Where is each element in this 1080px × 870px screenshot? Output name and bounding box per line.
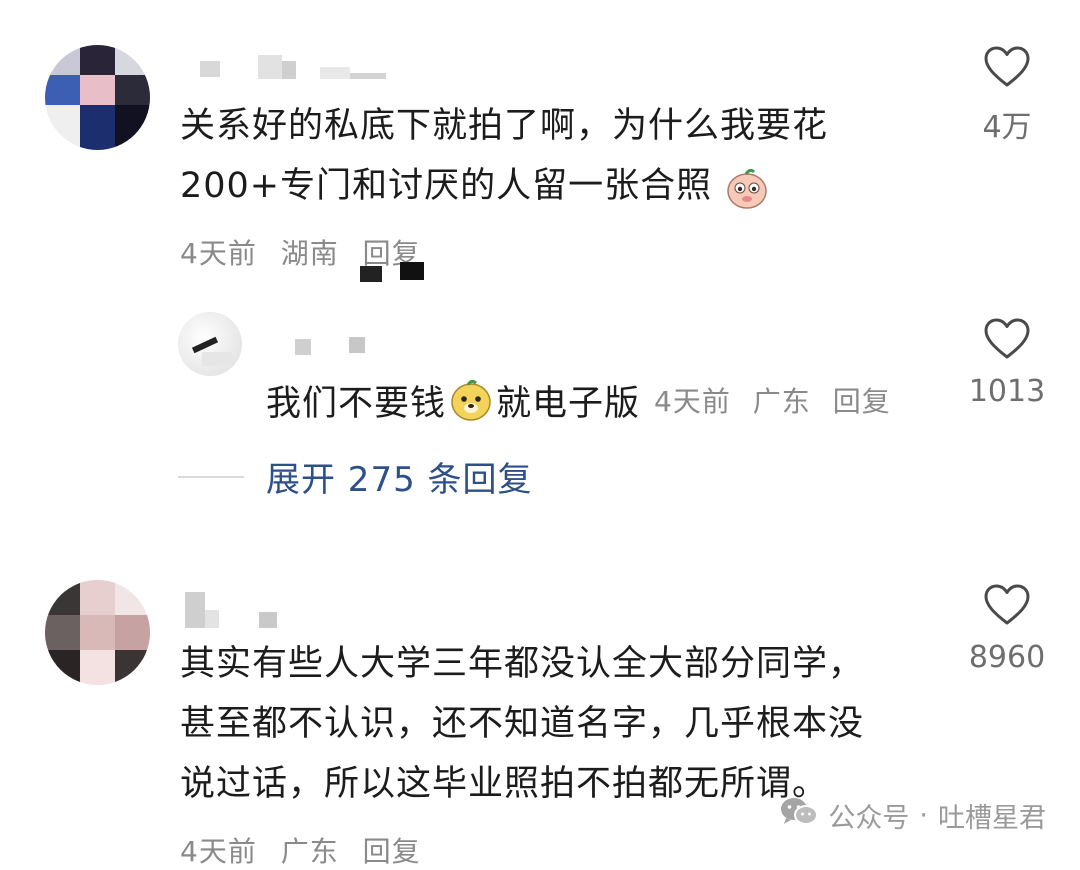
divider-line xyxy=(178,475,244,478)
username-redacted[interactable] xyxy=(295,335,385,357)
pink-face-emoji xyxy=(724,164,770,210)
comment-line: 甚至都不认识，还不知道名字，几乎根本没 xyxy=(180,704,865,744)
yellow-dog-emoji xyxy=(448,377,494,423)
like-column: 4万 xyxy=(952,46,1062,146)
reply-button[interactable]: 回复 xyxy=(363,835,421,868)
watermark: 公众号 · 吐槽星君 xyxy=(780,796,1046,835)
heart-outline-icon[interactable] xyxy=(952,46,1062,88)
comment-location: 广东 xyxy=(280,835,339,868)
heart-outline-icon[interactable] xyxy=(952,318,1062,360)
reply-meta: 4天前 广东 回复 xyxy=(654,380,903,420)
comment-text: 关系好的私底下就拍了啊，为什么我要花 200+专门和讨厌的人留一张合照 xyxy=(180,96,828,216)
comment-text: 其实有些人大学三年都没认全大部分同学， 甚至都不认识，还不知道名字，几乎根本没 … xyxy=(180,634,864,814)
comment-line: 说过话，所以这毕业照拍不拍都无所谓。 xyxy=(180,764,829,804)
comment-time: 4天前 xyxy=(180,237,257,270)
watermark-account-name: 吐槽星君 xyxy=(938,803,1046,834)
comment-line: 关系好的私底下就拍了啊，为什么我要花 xyxy=(180,106,829,146)
watermark-separator: · xyxy=(919,800,928,831)
comment-location: 湖南 xyxy=(280,237,339,270)
reply-button[interactable]: 回复 xyxy=(833,385,891,418)
comment-line: 200+专门和讨厌的人留一张合照 xyxy=(180,156,828,216)
heart-outline-icon[interactable] xyxy=(952,584,1062,626)
like-count: 1013 xyxy=(968,374,1046,409)
wechat-icon xyxy=(780,796,819,835)
username-redacted[interactable] xyxy=(185,592,285,632)
comment-meta: 4天前 广东 回复 xyxy=(180,830,421,870)
avatar[interactable] xyxy=(45,580,150,685)
reply-text-part: 就电子版 xyxy=(496,383,641,424)
like-column: 8960 xyxy=(952,584,1062,675)
username-redacted[interactable] xyxy=(200,55,400,85)
like-column: 1013 xyxy=(952,318,1062,409)
reply-time: 4天前 xyxy=(654,385,731,418)
comment-line: 其实有些人大学三年都没认全大部分同学， xyxy=(180,644,865,684)
watermark-label: 公众号 xyxy=(828,803,910,834)
reply-text: 我们不要钱 就电子版 4天前 广东 回复 xyxy=(266,372,903,428)
avatar[interactable] xyxy=(45,45,150,150)
like-count: 4万 xyxy=(982,110,1032,145)
mosaic-overlay xyxy=(360,258,430,282)
reply-text-part: 我们不要钱 xyxy=(266,383,447,424)
like-count: 8960 xyxy=(968,640,1046,675)
avatar[interactable] xyxy=(178,312,242,376)
comment-time: 4天前 xyxy=(180,835,257,868)
expand-replies[interactable]: 展开 275 条回复 xyxy=(178,452,533,501)
expand-replies-label[interactable]: 展开 275 条回复 xyxy=(266,452,533,501)
reply-location: 广东 xyxy=(752,385,811,418)
